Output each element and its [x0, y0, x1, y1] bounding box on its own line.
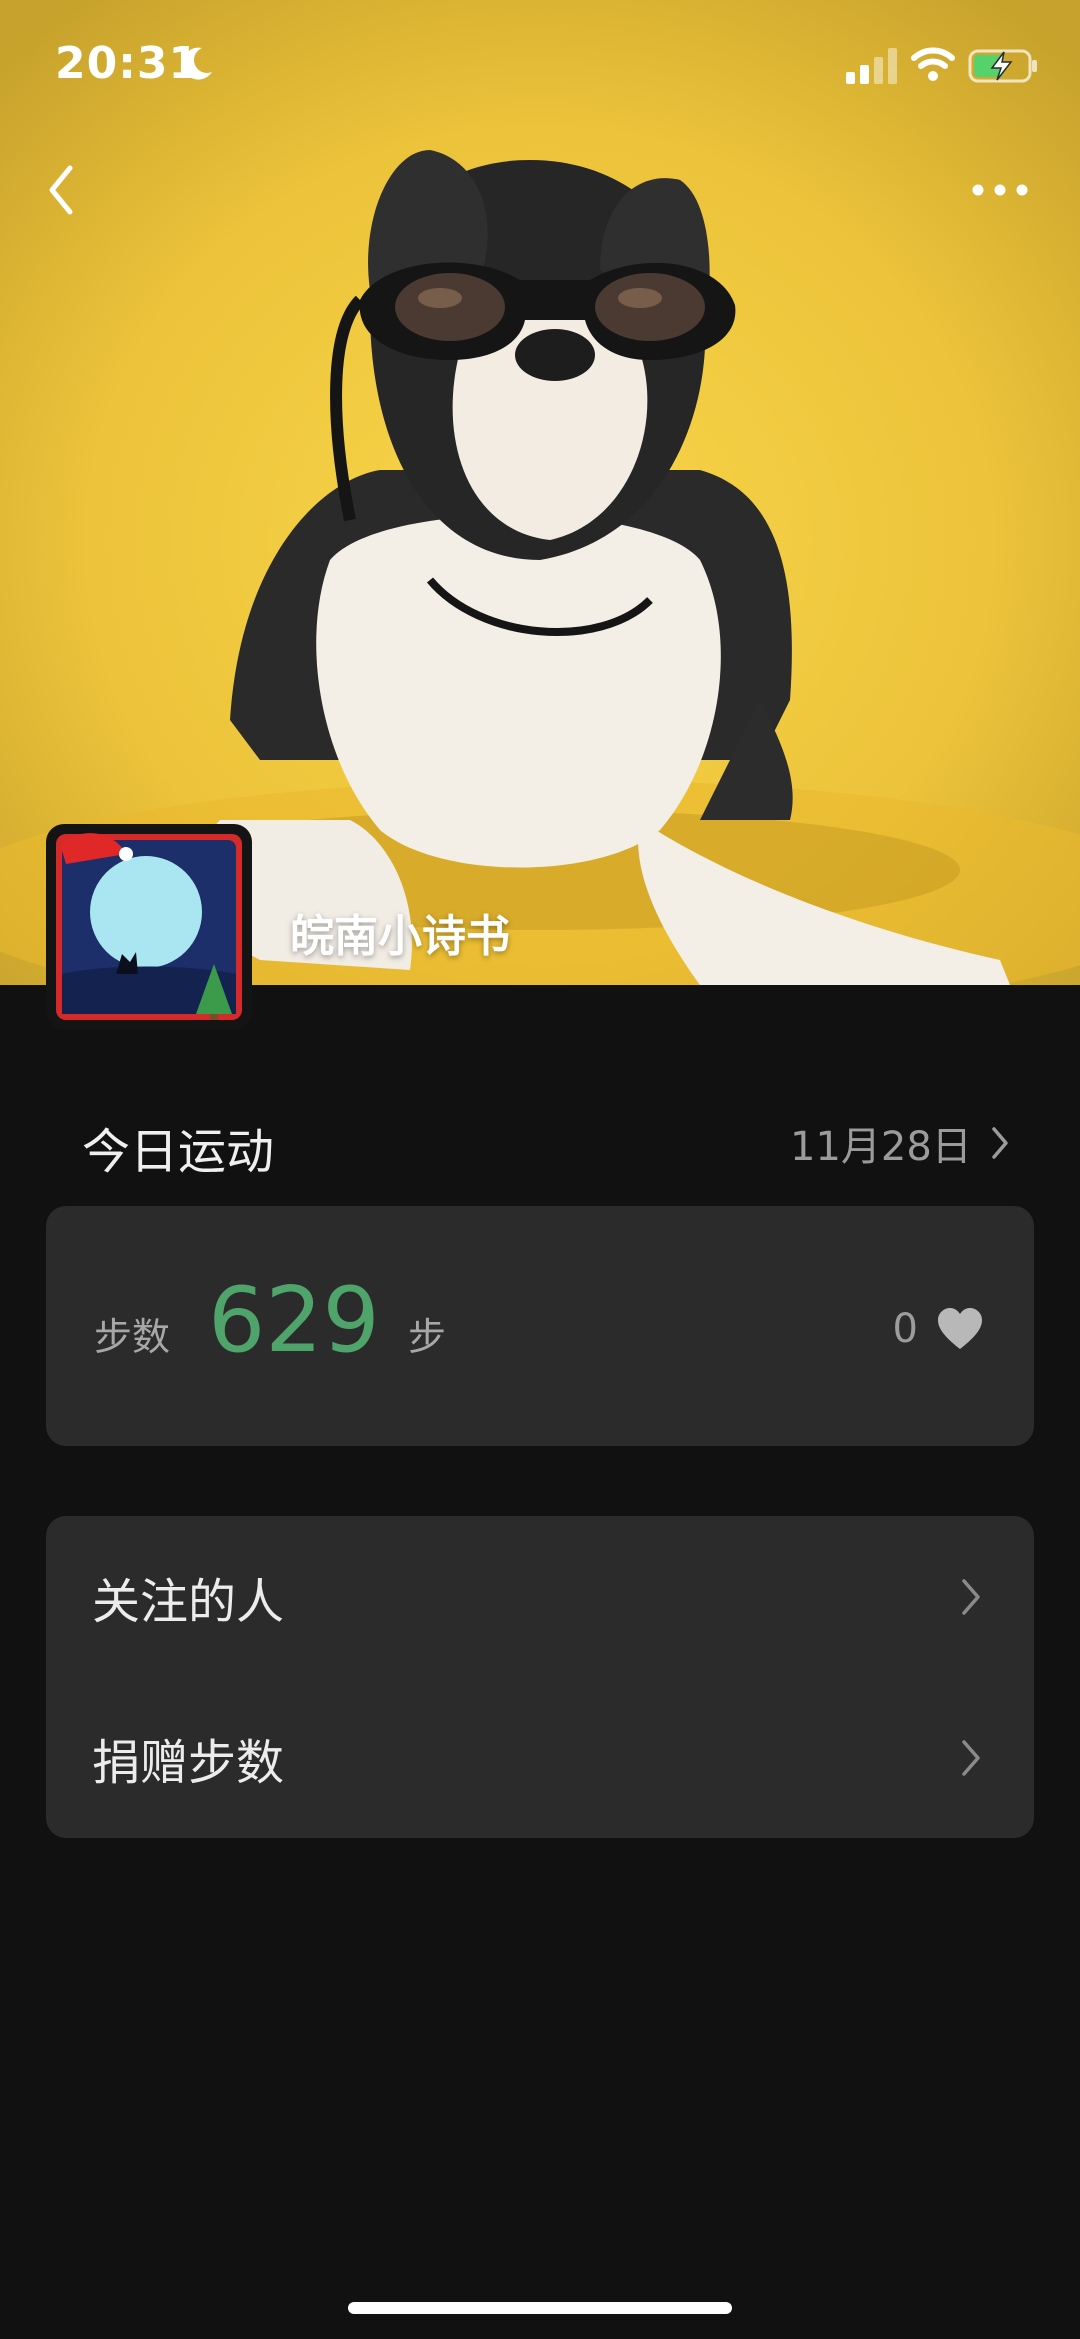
- more-icon[interactable]: [968, 170, 1032, 210]
- date-selector[interactable]: 11月28日: [790, 1113, 1010, 1173]
- avatar[interactable]: [46, 824, 252, 1030]
- status-bar: 20:31: [0, 0, 1080, 130]
- likes[interactable]: 0: [893, 1306, 984, 1352]
- back-icon[interactable]: [38, 160, 88, 220]
- steps-card[interactable]: 步数 629 步 0: [46, 1206, 1034, 1446]
- steps-label: 步数: [94, 1315, 171, 1359]
- steps-unit: 步: [408, 1315, 447, 1359]
- avatar-image: [56, 833, 242, 1020]
- menu-item-label: 关注的人: [92, 1573, 285, 1630]
- section-title-today-exercise: 今日运动: [82, 1124, 275, 1180]
- home-indicator[interactable]: [348, 2302, 732, 2314]
- menu-item-donate-steps[interactable]: 捐赠步数: [46, 1677, 1034, 1838]
- steps-value: 629: [208, 1268, 380, 1373]
- battery-charging-icon: [968, 49, 1037, 83]
- cellular-signal-icon: [846, 48, 897, 84]
- username: 皖南小诗书: [290, 911, 510, 962]
- likes-count: 0: [892, 1306, 918, 1352]
- chevron-right-icon: [962, 1578, 980, 1615]
- heart-icon[interactable]: [936, 1307, 984, 1351]
- moon-icon: [182, 47, 212, 80]
- menu-item-label: 捐赠步数: [92, 1734, 285, 1791]
- menu-item-following[interactable]: 关注的人: [46, 1516, 1034, 1677]
- menu-card: 关注的人 捐赠步数: [46, 1516, 1034, 1838]
- date-label: 11月28日: [790, 1124, 972, 1170]
- chevron-right-icon: [992, 1127, 1008, 1159]
- wifi-icon: [911, 47, 955, 81]
- chevron-right-icon: [962, 1739, 980, 1776]
